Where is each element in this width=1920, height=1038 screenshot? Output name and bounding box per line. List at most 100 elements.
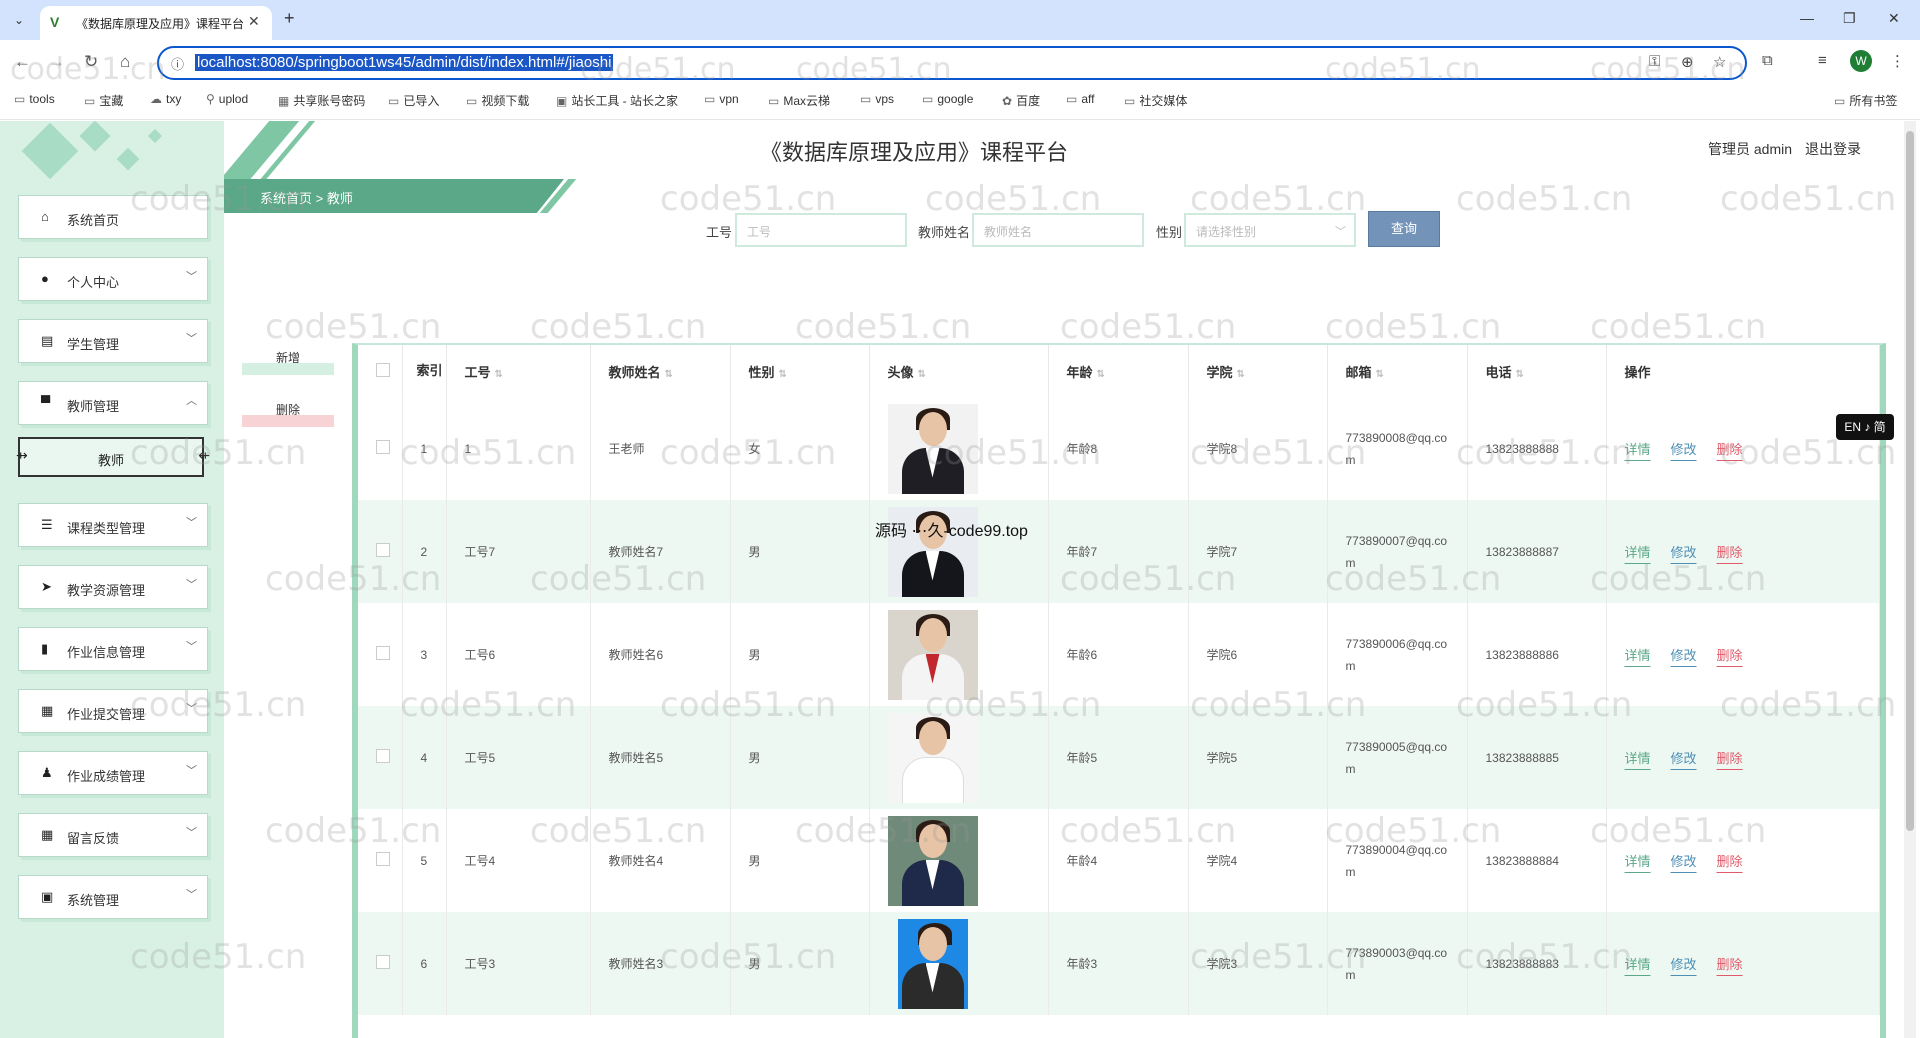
delete-button[interactable]: 删除 (1717, 442, 1743, 457)
edit-button[interactable]: 修改 (1671, 442, 1697, 457)
browser-tab[interactable]: V 《数据库原理及应用》课程平台 ✕ (40, 6, 272, 40)
menu-student-management[interactable]: ▤ 学生管理 ﹀ (18, 319, 208, 363)
menu-homework-submit[interactable]: ▦ 作业提交管理 ﹀ (18, 689, 208, 733)
forward-icon[interactable]: → (48, 52, 65, 72)
column-header[interactable]: 邮箱 ⇅ (1327, 345, 1468, 397)
add-button[interactable]: 新增 (242, 349, 334, 375)
delete-button[interactable]: 删除 (1717, 751, 1743, 766)
delete-button[interactable]: 删除 (1717, 854, 1743, 869)
column-header[interactable]: 学院 ⇅ (1188, 345, 1328, 397)
select-all-checkbox[interactable] (358, 345, 403, 397)
url-text[interactable]: localhost:8080/springboot1ws45/admin/dis… (195, 54, 614, 71)
detail-button[interactable]: 详情 (1625, 751, 1651, 766)
all-bookmarks[interactable]: ▭ 所有书签 (1834, 92, 1897, 109)
avatar[interactable] (887, 815, 978, 906)
bookmark-item[interactable]: ☁ txy (150, 92, 181, 106)
tab-close-icon[interactable]: ✕ (248, 13, 260, 30)
edit-button[interactable]: 修改 (1671, 751, 1697, 766)
column-header[interactable]: 电话 ⇅ (1467, 345, 1607, 397)
row-checkbox[interactable] (376, 440, 390, 454)
avatar[interactable] (887, 403, 978, 494)
menu-homework-grades[interactable]: ♟ 作业成绩管理 ﹀ (18, 751, 208, 795)
bookmark-star-icon[interactable]: ☆ (1713, 53, 1726, 71)
home-icon[interactable]: ⌂ (120, 52, 130, 72)
back-icon[interactable]: ← (14, 52, 31, 72)
row-checkbox[interactable] (376, 646, 390, 660)
page-scrollbar[interactable] (1904, 121, 1916, 1038)
avatar[interactable] (897, 918, 968, 1009)
menu-course-type[interactable]: ☰ 课程类型管理 ﹀ (18, 503, 208, 547)
column-header[interactable]: 性别 ⇅ (730, 345, 870, 397)
bookmark-item[interactable]: ▦ 共享账号密码 (278, 92, 365, 109)
column-header[interactable]: 教师姓名 ⇅ (590, 345, 731, 397)
edit-button[interactable]: 修改 (1671, 957, 1697, 972)
gender-select[interactable]: 请选择性别 ﹀ (1184, 213, 1356, 247)
bookmark-item[interactable]: ▣ 站长工具 - 站长之家 (556, 92, 678, 109)
restore-icon[interactable]: ❐ (1843, 10, 1856, 27)
bookmark-item[interactable]: ▭ Max云梯 (768, 92, 830, 109)
edit-button[interactable]: 修改 (1671, 854, 1697, 869)
detail-button[interactable]: 详情 (1625, 442, 1651, 457)
edit-button[interactable]: 修改 (1671, 545, 1697, 560)
sort-icon[interactable]: ⇅ (918, 369, 926, 380)
sort-icon[interactable]: ⇅ (779, 369, 787, 380)
teacher-name-input[interactable]: 教师姓名 (972, 213, 1144, 247)
bookmark-item[interactable]: ▭ 宝藏 (84, 92, 123, 109)
sort-icon[interactable]: ⇅ (1516, 369, 1524, 380)
bookmark-item[interactable]: ▭ 社交媒体 (1124, 92, 1187, 109)
row-checkbox[interactable] (376, 749, 390, 763)
minimize-icon[interactable]: — (1800, 10, 1814, 26)
delete-button[interactable]: 删除 (1717, 957, 1743, 972)
language-switch[interactable]: EN ♪ 简 (1836, 414, 1894, 440)
profile-avatar[interactable]: W (1850, 50, 1872, 72)
detail-button[interactable]: 详情 (1625, 545, 1651, 560)
delete-button[interactable]: 删除 (1717, 648, 1743, 663)
breadcrumb-home[interactable]: 系统首页 (260, 191, 312, 206)
sort-icon[interactable]: ⇅ (1237, 369, 1245, 380)
edit-button[interactable]: 修改 (1671, 648, 1697, 663)
sort-icon[interactable]: ⇅ (665, 369, 673, 380)
menu-personal-center[interactable]: ● 个人中心 ﹀ (18, 257, 208, 301)
batch-delete-button[interactable]: 删除 (242, 401, 334, 427)
menu-system-management[interactable]: ▣ 系统管理 ﹀ (18, 875, 208, 919)
detail-button[interactable]: 详情 (1625, 854, 1651, 869)
menu-teacher-management[interactable]: ▀ 教师管理 ︿ (18, 381, 208, 425)
zoom-icon[interactable]: ⊕ (1681, 53, 1694, 71)
tab-search-icon[interactable]: ⌄ (8, 9, 30, 31)
bookmark-item[interactable]: ▭ 视频下载 (466, 92, 529, 109)
bookmark-item[interactable]: ▭ 已导入 (388, 92, 439, 109)
bookmark-item[interactable]: ▭ google (922, 92, 973, 106)
menu-home[interactable]: ⌂ 系统首页 (18, 195, 208, 239)
row-checkbox[interactable] (376, 852, 390, 866)
more-menu-icon[interactable]: ⋮ (1890, 52, 1905, 70)
address-bar[interactable]: ⓘ localhost:8080/springboot1ws45/admin/d… (157, 46, 1747, 80)
bookmark-item[interactable]: ✿ 百度 (1002, 92, 1040, 109)
delete-button[interactable]: 删除 (1717, 545, 1743, 560)
reload-icon[interactable]: ↻ (84, 52, 98, 72)
sort-icon[interactable]: ⇅ (1097, 369, 1105, 380)
column-header[interactable]: 年龄 ⇅ (1048, 345, 1189, 397)
avatar[interactable] (887, 609, 978, 700)
scrollbar-thumb[interactable] (1906, 131, 1914, 831)
search-button[interactable]: 查询 (1368, 211, 1440, 247)
bookmark-item[interactable]: ▭ vps (860, 92, 894, 106)
row-checkbox[interactable] (376, 543, 390, 557)
bookmark-item[interactable]: ▭ tools (14, 92, 55, 106)
sort-icon[interactable]: ⇅ (495, 369, 503, 380)
sort-icon[interactable]: ⇅ (1376, 369, 1384, 380)
window-close-icon[interactable]: ✕ (1888, 10, 1900, 27)
row-checkbox[interactable] (376, 955, 390, 969)
menu-teaching-resources[interactable]: ➤ 教学资源管理 ﹀ (18, 565, 208, 609)
bookmark-item[interactable]: ▭ vpn (704, 92, 739, 106)
bookmark-item[interactable]: ▭ aff (1066, 92, 1094, 106)
column-header[interactable]: 头像 ⇅ (869, 345, 1049, 397)
detail-button[interactable]: 详情 (1625, 648, 1651, 663)
extensions-icon[interactable]: ⧉ (1762, 52, 1773, 69)
site-info-icon[interactable]: ⓘ (171, 54, 184, 73)
bookmark-item[interactable]: ⚲ uplod (206, 92, 248, 106)
media-icon[interactable]: ≡ (1818, 52, 1827, 69)
menu-feedback[interactable]: ▦ 留言反馈 ﹀ (18, 813, 208, 857)
password-key-icon[interactable]: ⚿ (1649, 53, 1660, 70)
menu-homework-info[interactable]: ▮ 作业信息管理 ﹀ (18, 627, 208, 671)
submenu-teacher[interactable]: ⇸ 教师 ⇷ (16, 437, 210, 477)
